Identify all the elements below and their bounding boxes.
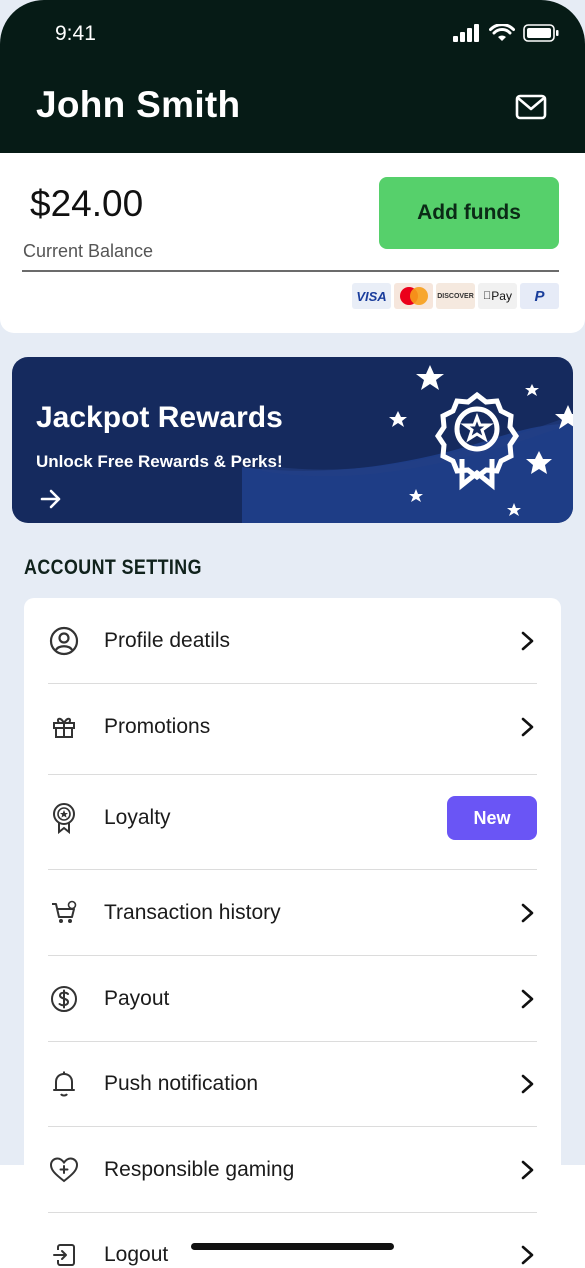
header: 9:41 John Smith [0,0,585,153]
chevron-right-icon [521,717,534,737]
award-icon [48,802,80,834]
rewards-subtitle: Unlock Free Rewards & Perks! [36,452,283,471]
chevron-right-icon [521,1074,534,1094]
settings-item-label: Payout [104,987,170,1010]
phone-screen: 9:41 John Smith $24.00 Current Balance A… [0,0,585,1268]
jackpot-rewards-banner[interactable]: Jackpot Rewards Unlock Free Rewards & Pe… [12,357,573,523]
settings-item-push-notification[interactable]: Push notification [48,1063,537,1105]
discover-logo: DISCOVER [436,283,475,309]
chevron-right-icon [521,989,534,1009]
settings-item-promotions[interactable]: Promotions [48,706,537,748]
home-indicator [191,1243,394,1250]
mastercard-logo [394,283,433,309]
settings-card: Profile deatils Promotions Loyalty New T… [24,598,561,1268]
chevron-right-icon [521,631,534,651]
arrow-right-icon[interactable] [40,489,62,509]
balance-amount: $24.00 [30,183,144,224]
chevron-right-icon [521,903,534,923]
chevron-right-icon [521,1245,534,1265]
settings-item-profile[interactable]: Profile deatils [48,620,537,662]
balance-divider [22,270,559,272]
settings-item-label: Profile deatils [104,629,231,652]
signal-icon [453,24,479,42]
gift-icon [48,711,80,743]
settings-item-label: Transaction history [104,901,281,924]
settings-item-label: Loyalty [104,806,171,829]
status-icons [453,24,559,42]
add-funds-button[interactable]: Add funds [379,177,559,249]
apple-pay-logo: Pay [478,283,517,309]
paypal-logo: P [520,283,559,309]
settings-item-label: Responsible gaming [104,1158,295,1181]
divider [48,1126,537,1127]
settings-item-transaction-history[interactable]: Transaction history [48,892,537,934]
wifi-icon [489,24,515,41]
bell-icon [48,1068,80,1100]
rewards-decoration [242,365,573,523]
payment-methods: VISA DISCOVER Pay P [352,283,559,309]
battery-icon [523,24,559,42]
divider [48,955,537,956]
settings-item-loyalty[interactable]: Loyalty New [48,796,537,840]
settings-item-payout[interactable]: Payout [48,978,537,1020]
rewards-title: Jackpot Rewards [36,401,283,434]
divider [48,1041,537,1042]
status-time: 9:41 [55,22,96,45]
logout-icon [48,1239,80,1268]
divider [48,774,537,775]
cart-icon [48,897,80,929]
new-badge: New [447,796,537,840]
divider [48,1212,537,1213]
mail-icon[interactable] [515,93,547,121]
balance-label: Current Balance [23,241,154,261]
divider [48,683,537,684]
user-name: John Smith [36,84,241,125]
divider [48,869,537,870]
chevron-right-icon [521,1160,534,1180]
settings-item-label: Push notification [104,1072,259,1095]
settings-item-logout[interactable]: Logout [48,1234,537,1268]
visa-logo: VISA [352,283,391,309]
account-setting-heading: ACCOUNT SETTING [24,556,202,579]
settings-item-responsible-gaming[interactable]: Responsible gaming [48,1149,537,1191]
user-circle-icon [48,625,80,657]
dollar-circle-icon [48,983,80,1015]
heart-icon [48,1154,80,1186]
balance-card: $24.00 Current Balance Add funds VISA DI… [0,153,585,333]
settings-item-label: Promotions [104,715,211,738]
